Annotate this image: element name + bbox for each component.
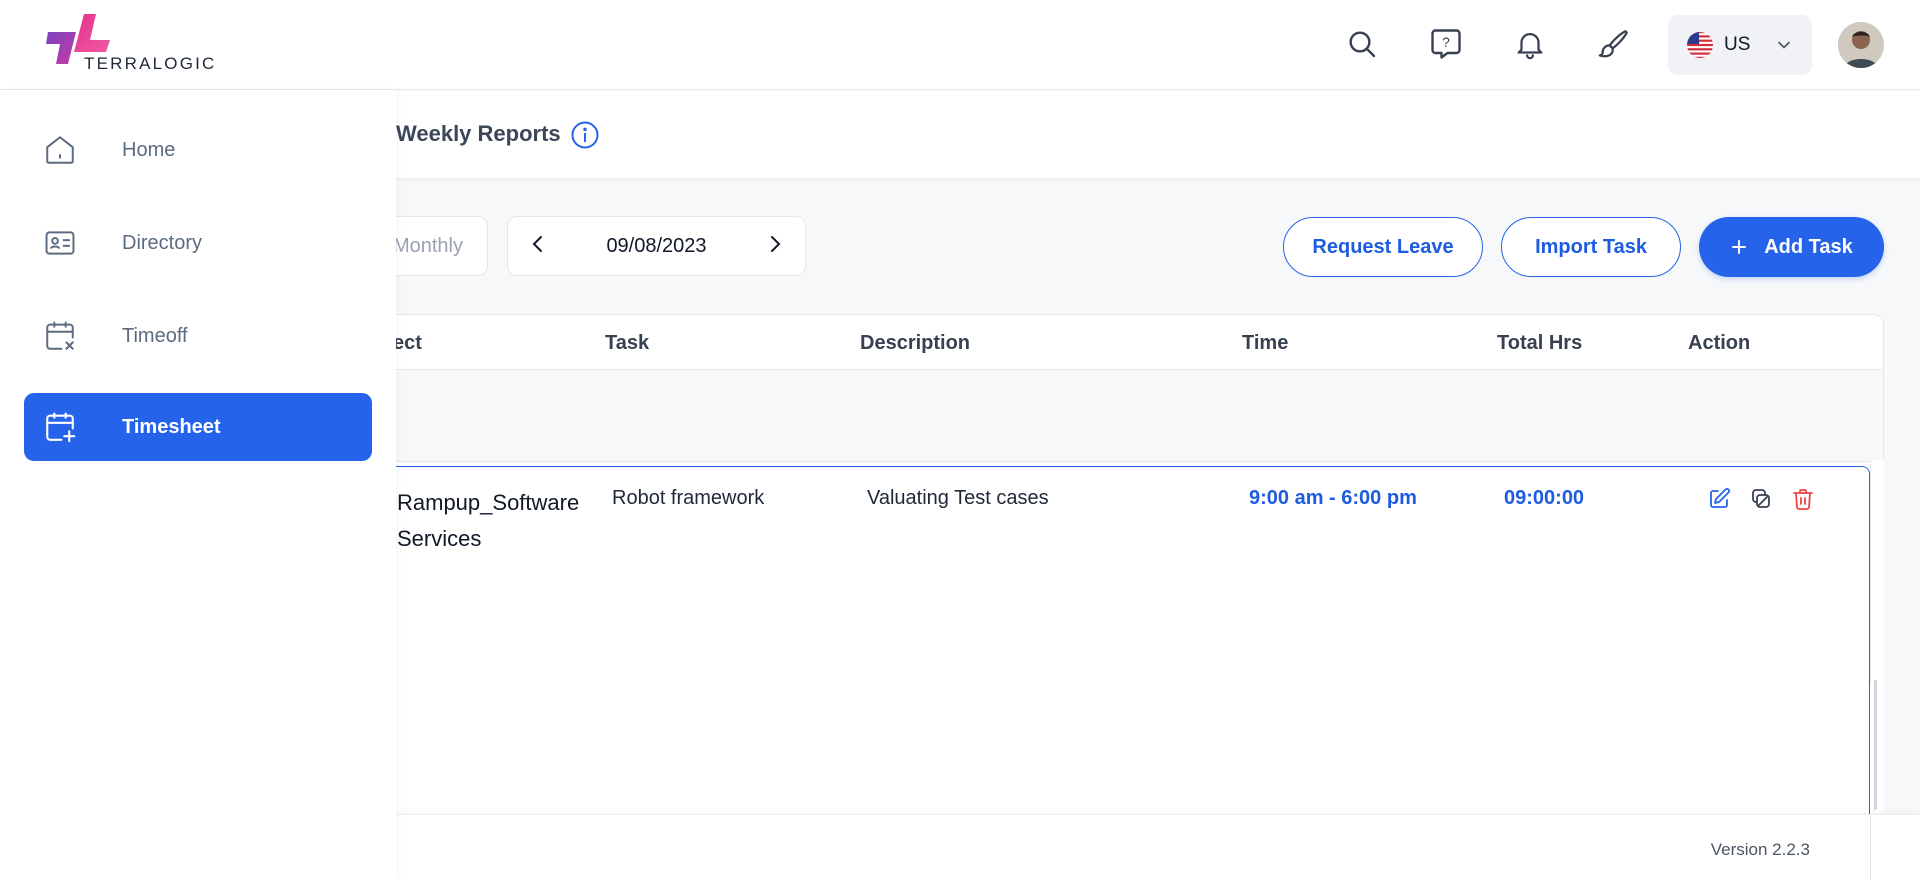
info-icon[interactable] [570, 120, 600, 155]
column-header-project: ect [393, 332, 422, 354]
help-icon[interactable]: ? [1426, 24, 1466, 64]
chevron-down-icon [1778, 41, 1791, 49]
version-label: Version 2.2.3 [1710, 840, 1810, 859]
request-leave-button[interactable]: Request Leave [1283, 217, 1483, 277]
table-group-row [370, 370, 1884, 462]
cell-time: 9:00 am - 6:00 pm [1249, 487, 1417, 509]
id-card-icon [42, 225, 78, 261]
page-header: Weekly Reports [396, 91, 1920, 179]
footer: Version 2.2.3 [396, 814, 1920, 880]
add-task-label: Add Task [1764, 235, 1853, 258]
chevron-left-icon [532, 235, 542, 252]
cell-total-hrs: 09:00:00 [1504, 487, 1585, 509]
column-header-task: Task [605, 332, 650, 354]
sidebar-item-label: Directory [122, 231, 203, 254]
table-header: ect Task Description Time Total Hrs Acti… [370, 314, 1884, 370]
language-label: US [1724, 34, 1751, 55]
column-header-description: Description [860, 332, 971, 354]
chevron-right-icon [770, 235, 781, 252]
sidebar-item-timesheet[interactable]: Timesheet [24, 393, 372, 461]
sidebar-item-label: Timeoff [122, 324, 188, 347]
footer-divider [1870, 815, 1871, 880]
date-navigator: 09/08/2023 [507, 216, 806, 276]
top-bar: TERRALOGIC ? US [0, 0, 1920, 90]
cell-description: Valuating Test cases [867, 487, 1049, 509]
home-icon [42, 132, 78, 168]
user-avatar-icon [1838, 22, 1884, 68]
sidebar-item-label: Home [122, 138, 176, 161]
table-row[interactable]: Rampup_Software Services Robot framework… [370, 466, 1870, 836]
edit-icon[interactable] [1705, 485, 1733, 513]
bell-icon[interactable] [1510, 24, 1550, 64]
scrollbar-thumb[interactable] [1874, 680, 1877, 810]
brush-icon[interactable] [1594, 24, 1634, 64]
copy-icon[interactable] [1747, 485, 1775, 513]
column-header-total-hrs: Total Hrs [1497, 332, 1583, 354]
import-task-button[interactable]: Import Task [1501, 217, 1681, 277]
page-title: Weekly Reports [396, 121, 561, 146]
plus-icon [1732, 240, 1747, 254]
svg-text:?: ? [1442, 35, 1450, 50]
sidebar-item-timeoff[interactable]: Timeoff [24, 302, 372, 370]
us-flag-icon [1687, 32, 1713, 58]
column-header-time: Time [1242, 332, 1289, 354]
add-task-button[interactable]: Add Task [1699, 217, 1884, 277]
previous-date-button[interactable] [526, 232, 550, 261]
sidebar-item-label: Timesheet [122, 415, 221, 438]
calendar-plus-icon [42, 409, 78, 445]
timesheet-table: ect Task Description Time Total Hrs Acti… [370, 314, 1884, 836]
delete-icon[interactable] [1789, 485, 1817, 513]
calendar-x-icon [42, 318, 78, 354]
language-selector[interactable]: US [1668, 15, 1812, 75]
scroll-track[interactable] [1870, 460, 1884, 684]
date-value[interactable]: 09/08/2023 [606, 235, 706, 258]
sidebar-item-directory[interactable]: Directory [24, 209, 372, 277]
next-date-button[interactable] [763, 232, 787, 261]
search-icon[interactable] [1342, 24, 1382, 64]
avatar[interactable] [1838, 22, 1884, 68]
column-header-action: Action [1688, 332, 1751, 354]
sidebar-item-home[interactable]: Home [24, 116, 372, 184]
logo-text: TERRALOGIC [84, 54, 217, 73]
cell-task: Robot framework [612, 487, 765, 509]
sidebar: Home Directory Timeoff Timesheet [0, 90, 396, 880]
cell-project: Rampup_Software Services [397, 490, 580, 551]
